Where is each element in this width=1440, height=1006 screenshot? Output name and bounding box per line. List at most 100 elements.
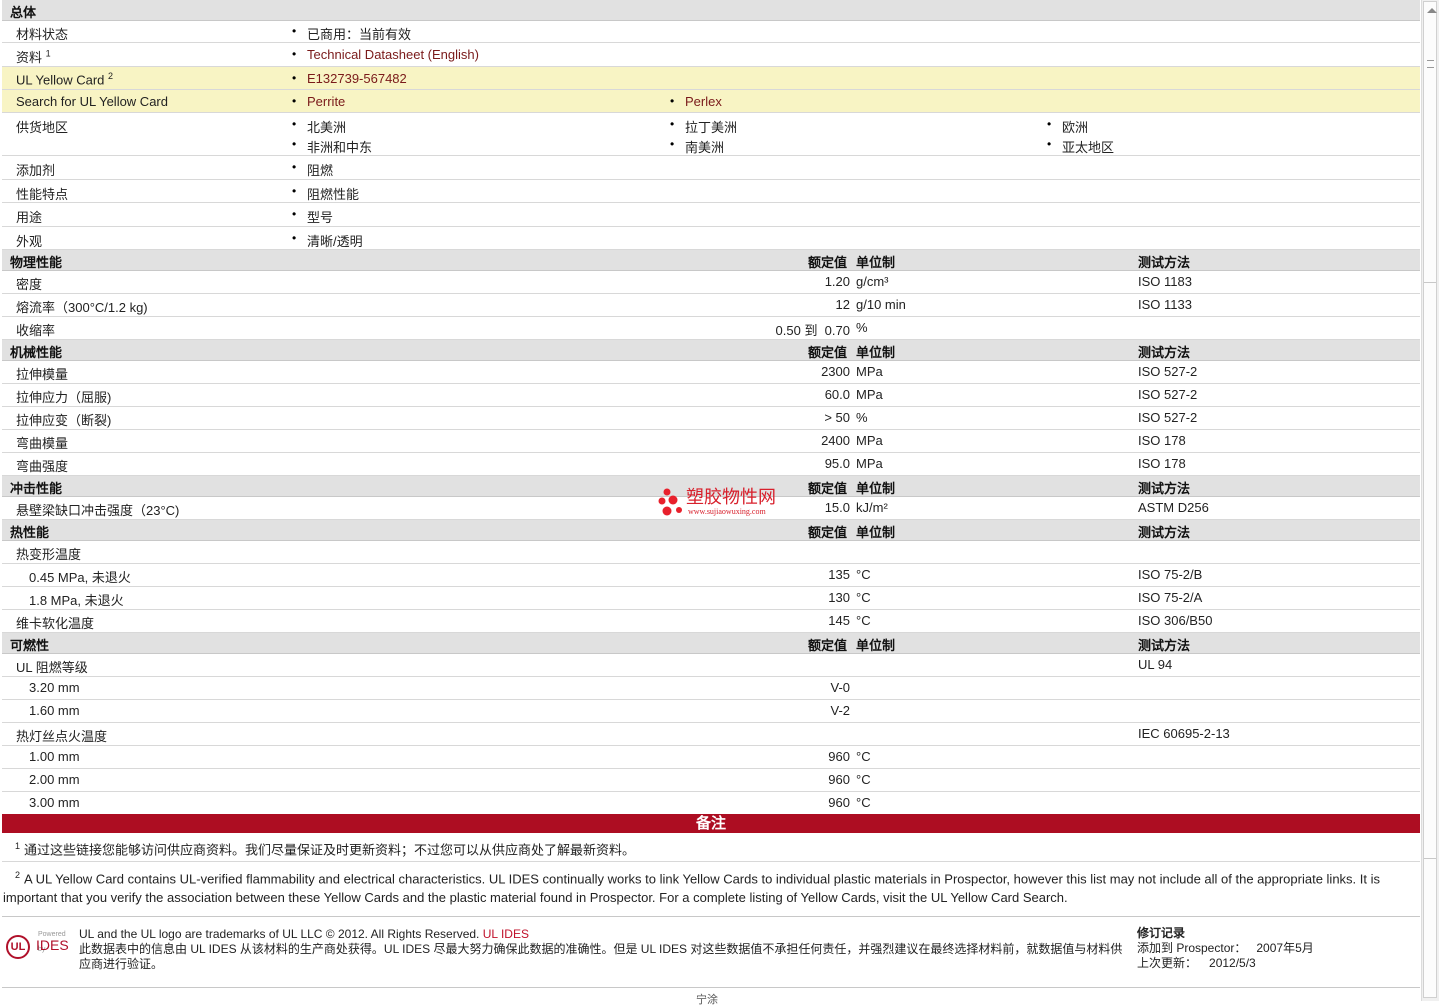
prop-row: 2.00 mm 960 °C: [2, 769, 1420, 792]
prop-name: 维卡软化温度: [16, 616, 95, 631]
prop-method: ISO 75-2/A: [1138, 590, 1203, 605]
row-value: 阻燃: [292, 160, 333, 179]
prop-name: 1.8 MPa, 未退火: [29, 593, 124, 608]
prop-value: 960: [828, 772, 850, 787]
ul-ides-logo: Powered by UL IDES: [6, 927, 74, 967]
note-number: 2: [15, 870, 21, 881]
ul-logo-icon: UL: [6, 935, 30, 959]
prop-method: ISO 527-2: [1138, 364, 1198, 379]
region-item: 拉丁美洲: [670, 117, 737, 136]
added-row: 添加到 Prospector： 2007年5月: [1137, 941, 1417, 956]
prop-row: 1.00 mm 960 °C: [2, 746, 1420, 769]
prop-row: 维卡软化温度 145 °C ISO 306/B50: [2, 610, 1420, 633]
method-header: 测试方法: [1138, 255, 1191, 270]
prop-unit: °C: [856, 795, 871, 810]
updated-label: 上次更新：: [1137, 956, 1198, 970]
row-value: 阻燃性能: [292, 184, 359, 203]
prop-row: 弯曲模量 2400 MPa ISO 178: [2, 430, 1420, 453]
prop-name: 0.45 MPa, 未退火: [29, 570, 131, 585]
row-label: 添加剂: [16, 163, 56, 178]
prop-value: 130: [828, 590, 850, 605]
ides-logo-text: IDES: [36, 937, 69, 953]
updated-row: 上次更新： 2012/5/3: [1137, 956, 1417, 971]
section-thermal-header: 热性能 额定值 单位制 测试方法: [2, 520, 1420, 541]
scrollbar-segment: [1424, 858, 1436, 859]
section-physical-header: 物理性能 额定值 单位制 测试方法: [2, 250, 1420, 271]
row-label: 供货地区: [16, 120, 69, 135]
prop-value: 15.0: [824, 500, 850, 515]
prop-value: 0.50 到 0.70: [775, 323, 850, 338]
prop-row: 拉伸应变（断裂) > 50 % ISO 527-2: [2, 407, 1420, 430]
prop-value: 60.0: [824, 387, 850, 402]
unit-header: 单位制: [856, 255, 896, 270]
scroll-up-arrow-icon[interactable]: [1427, 8, 1437, 13]
prop-group-row: UL 阻燃等级 UL 94: [2, 654, 1420, 677]
search-link-perrite[interactable]: Perrite: [292, 94, 345, 109]
section-title: 机械性能: [10, 345, 63, 360]
technical-datasheet-link[interactable]: Technical Datasheet (English): [292, 47, 479, 62]
prop-row: 0.45 MPa, 未退火 135 °C ISO 75-2/B: [2, 564, 1420, 587]
prop-name: 熔流率（300°C/1.2 kg): [16, 300, 148, 315]
row-value: 清晰/透明: [292, 231, 363, 250]
prop-name: 密度: [16, 277, 43, 292]
section-general-header: 总体: [2, 0, 1420, 21]
prop-method: ISO 178: [1138, 433, 1186, 448]
scrollbar-thumb[interactable]: [1423, 1, 1437, 998]
trademark-text: UL and the UL logo are trademarks of UL …: [79, 927, 480, 941]
prop-row: 拉伸模量 2300 MPa ISO 527-2: [2, 361, 1420, 384]
row-search-ul-yellow-card: Search for UL Yellow Card Perrite Perlex: [2, 90, 1420, 113]
prop-unit: MPa: [856, 433, 883, 448]
row-label: 外观: [16, 234, 43, 249]
prop-method: IEC 60695-2-13: [1138, 726, 1230, 741]
row-value: 型号: [292, 207, 333, 226]
prop-method: ASTM D256: [1138, 500, 1209, 515]
section-title: 冲击性能: [10, 481, 63, 496]
prop-unit: kJ/m²: [856, 500, 888, 515]
search-link-perlex[interactable]: Perlex: [670, 94, 722, 109]
prop-group-row: 热变形温度: [2, 541, 1420, 564]
prop-unit: MPa: [856, 364, 883, 379]
prop-name: UL 阻燃等级: [16, 660, 88, 675]
prop-value: 2400: [821, 433, 850, 448]
row-status: 材料状态 已商用：当前有效: [2, 21, 1420, 43]
prop-value: 1.20: [824, 274, 850, 289]
unit-header: 单位制: [856, 481, 896, 496]
ul-yellow-card-link[interactable]: E132739-567482: [292, 71, 407, 86]
scrollbar-segment: [1424, 282, 1436, 283]
prop-value: 12: [835, 297, 850, 312]
prop-method: ISO 75-2/B: [1138, 567, 1203, 582]
region-item: 欧洲: [1047, 117, 1088, 136]
updated-value: 2012/5/3: [1209, 956, 1256, 970]
ul-ides-link[interactable]: UL IDES: [483, 927, 529, 941]
prop-method: ISO 306/B50: [1138, 613, 1213, 628]
row-appearance: 外观 清晰/透明: [2, 227, 1420, 250]
prop-name: 悬壁梁缺口冲击强度（23°C): [16, 503, 180, 518]
prop-unit: °C: [856, 613, 871, 628]
prop-unit: MPa: [856, 387, 883, 402]
added-label: 添加到 Prospector：: [1137, 941, 1247, 955]
prop-unit: MPa: [856, 456, 883, 471]
prop-unit: °C: [856, 567, 871, 582]
footer: Powered by UL IDES UL and the UL logo ar…: [2, 916, 1420, 988]
row-value: 已商用：当前有效: [292, 24, 411, 43]
nominal-header: 额定值: [808, 638, 848, 653]
note-1: 1 通过这些链接您能够访问供应商资料。我们尽量保证及时更新资料；不过您可以从供应商…: [2, 833, 1420, 863]
prop-row: 1.8 MPa, 未退火 130 °C ISO 75-2/A: [2, 587, 1420, 610]
row-label: 资料 1: [16, 48, 51, 65]
method-header: 测试方法: [1138, 638, 1191, 653]
prop-method: ISO 178: [1138, 456, 1186, 471]
row-uses: 用途 型号: [2, 203, 1420, 227]
nominal-header: 额定值: [808, 481, 848, 496]
prop-value: 145: [828, 613, 850, 628]
revision-title: 修订记录: [1137, 926, 1186, 940]
prop-row: 拉伸应力（屈服) 60.0 MPa ISO 527-2: [2, 384, 1420, 407]
prop-name: 热灯丝点火温度: [16, 729, 108, 744]
prop-row: 熔流率（300°C/1.2 kg) 12 g/10 min ISO 1133: [2, 294, 1420, 317]
section-title: 总体: [10, 5, 37, 20]
prop-name: 拉伸模量: [16, 367, 69, 382]
watermark-text: 塑胶物性网: [686, 487, 776, 507]
row-label: 用途: [16, 210, 43, 225]
footer-text: UL and the UL logo are trademarks of UL …: [79, 927, 1134, 972]
prop-method: UL 94: [1138, 657, 1173, 672]
vertical-scrollbar[interactable]: [1421, 0, 1439, 1001]
